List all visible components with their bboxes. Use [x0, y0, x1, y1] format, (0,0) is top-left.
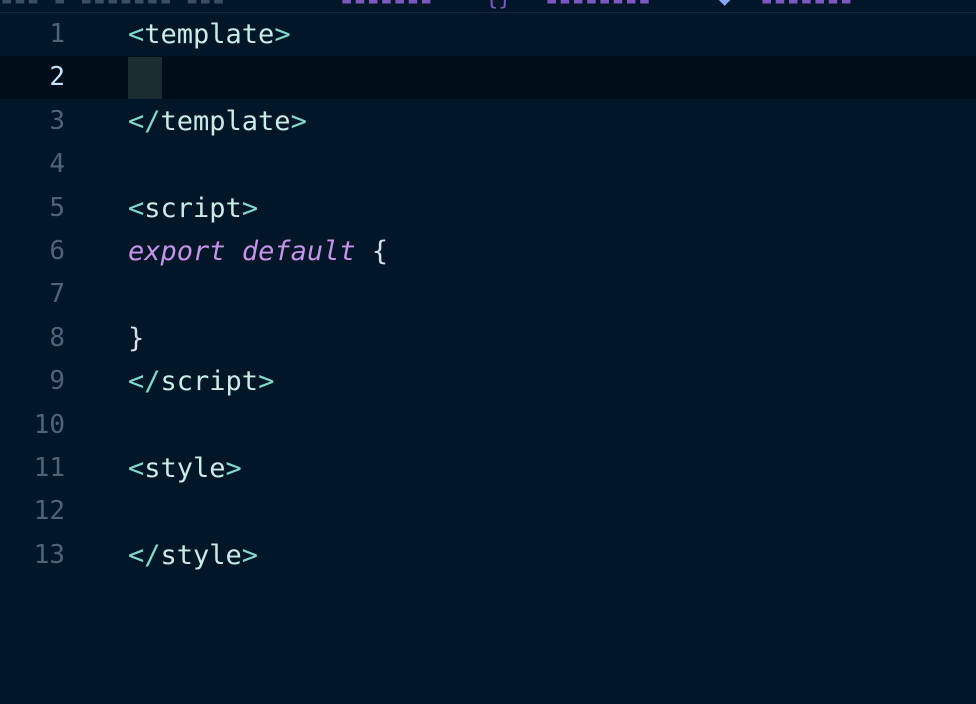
code-token: default: [241, 236, 356, 267]
breadcrumb-fragment[interactable]: ▪▪▪▪▪▪▪▪: [545, 0, 651, 10]
line-number: 1: [49, 19, 65, 49]
braces-icon: {}: [485, 0, 512, 10]
vue-icon: ◆: [718, 0, 731, 10]
code-token: </: [128, 105, 161, 137]
code-token: >: [274, 19, 291, 50]
line-number: 7: [49, 279, 65, 310]
code-line[interactable]: 7: [0, 273, 976, 316]
breadcrumb-fragment: ▪▪▪ ▪ ▪▪▪▪▪▪▪ ▪▪▪: [0, 0, 225, 10]
line-number: 13: [33, 539, 65, 570]
code-token: >: [225, 453, 242, 484]
code-text[interactable]: <template>: [128, 13, 291, 56]
code-token: style: [144, 453, 226, 484]
code-token: <: [128, 19, 145, 50]
line-number: 3: [49, 105, 65, 136]
code-text[interactable]: <script>: [128, 187, 258, 230]
code-text[interactable]: }: [128, 317, 144, 360]
line-number: 11: [33, 453, 65, 483]
code-token: >: [258, 366, 275, 398]
code-text[interactable]: export default {: [128, 230, 388, 273]
code-token: export: [128, 236, 226, 267]
breadcrumb: ▪▪▪ ▪ ▪▪▪▪▪▪▪ ▪▪▪ ▪▪▪▪▪▪▪ {} ▪▪▪▪▪▪▪▪ ◆ …: [0, 0, 976, 13]
code-token: </: [128, 539, 161, 571]
code-text[interactable]: <style>: [128, 447, 242, 490]
code-text[interactable]: </script>: [128, 360, 274, 403]
code-text[interactable]: </style>: [128, 534, 258, 577]
code-line[interactable]: 2: [0, 56, 976, 100]
breadcrumb-fragment[interactable]: ▪▪▪▪▪▪▪: [760, 0, 853, 10]
line-number: 6: [49, 236, 65, 266]
code-token: >: [241, 192, 259, 224]
code-token: style: [160, 539, 242, 571]
code-token: script: [144, 192, 242, 224]
line-number: 5: [49, 192, 65, 223]
code-token: }: [128, 322, 145, 354]
code-line[interactable]: 5 <script>: [0, 187, 976, 230]
code-token: template: [160, 105, 291, 137]
line-number: 9: [49, 366, 65, 397]
code-line[interactable]: 12: [0, 490, 976, 533]
code-token: {: [355, 236, 389, 267]
text-cursor: [128, 57, 162, 100]
line-number: 2: [49, 62, 65, 93]
code-token: template: [144, 19, 275, 50]
code-token: </: [128, 366, 161, 398]
code-line[interactable]: 4: [0, 143, 976, 186]
code-token: script: [160, 366, 259, 398]
code-line[interactable]: 8}: [0, 317, 976, 360]
breadcrumb-fragment[interactable]: ▪▪▪▪▪▪▪: [340, 0, 433, 10]
code-line[interactable]: 13 </style>: [0, 534, 976, 577]
line-number: 8: [49, 322, 65, 353]
code-token: <: [128, 192, 145, 224]
code-line[interactable]: 1 <template>: [0, 13, 976, 56]
code-token: >: [241, 539, 259, 571]
code-token: <: [128, 453, 145, 484]
code-line[interactable]: 6 export default {: [0, 230, 976, 273]
code-editor[interactable]: ▪▪▪ ▪ ▪▪▪▪▪▪▪ ▪▪▪ ▪▪▪▪▪▪▪ {} ▪▪▪▪▪▪▪▪ ◆ …: [0, 0, 976, 704]
code-text[interactable]: </template>: [128, 100, 307, 143]
code-line[interactable]: 3 </template>: [0, 100, 976, 143]
code-line[interactable]: 9 </script>: [0, 360, 976, 403]
line-number: 10: [33, 409, 65, 440]
line-number: 4: [49, 149, 65, 180]
code-token: >: [290, 105, 307, 137]
line-number: 12: [33, 496, 65, 527]
code-line[interactable]: 11 <style>: [0, 447, 976, 490]
code-line[interactable]: 10: [0, 404, 976, 447]
